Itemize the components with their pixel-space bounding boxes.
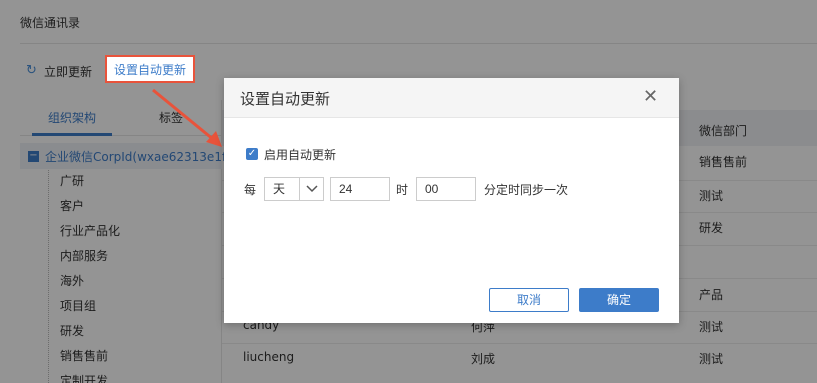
set-auto-update-label: 设置自动更新	[113, 62, 186, 77]
enable-auto-update-row: ✓ 启用自动更新	[246, 146, 336, 162]
dialog-title: 设置自动更新	[240, 90, 331, 108]
auto-update-dialog: 设置自动更新 ✕ ✓ 启用自动更新 每 天 时 分定时同步一次 取消 确定	[224, 78, 679, 323]
confirm-button[interactable]: 确定	[579, 288, 659, 312]
dialog-header: 设置自动更新 ✕	[224, 78, 679, 118]
set-auto-update-link-highlight[interactable]: 设置自动更新	[105, 55, 195, 83]
hour-label: 时	[396, 183, 409, 197]
hour-input[interactable]	[330, 177, 390, 201]
period-select-value: 天	[273, 182, 286, 196]
minute-input[interactable]	[416, 177, 476, 201]
every-label: 每	[244, 183, 257, 197]
chevron-down-icon[interactable]	[300, 177, 324, 201]
minute-label: 分定时同步一次	[484, 183, 569, 197]
cancel-button[interactable]: 取消	[489, 288, 569, 312]
period-select[interactable]: 天	[264, 177, 300, 201]
enable-auto-update-checkbox[interactable]: ✓	[246, 148, 258, 160]
close-icon[interactable]: ✕	[643, 87, 658, 107]
enable-auto-update-label: 启用自动更新	[264, 147, 337, 162]
